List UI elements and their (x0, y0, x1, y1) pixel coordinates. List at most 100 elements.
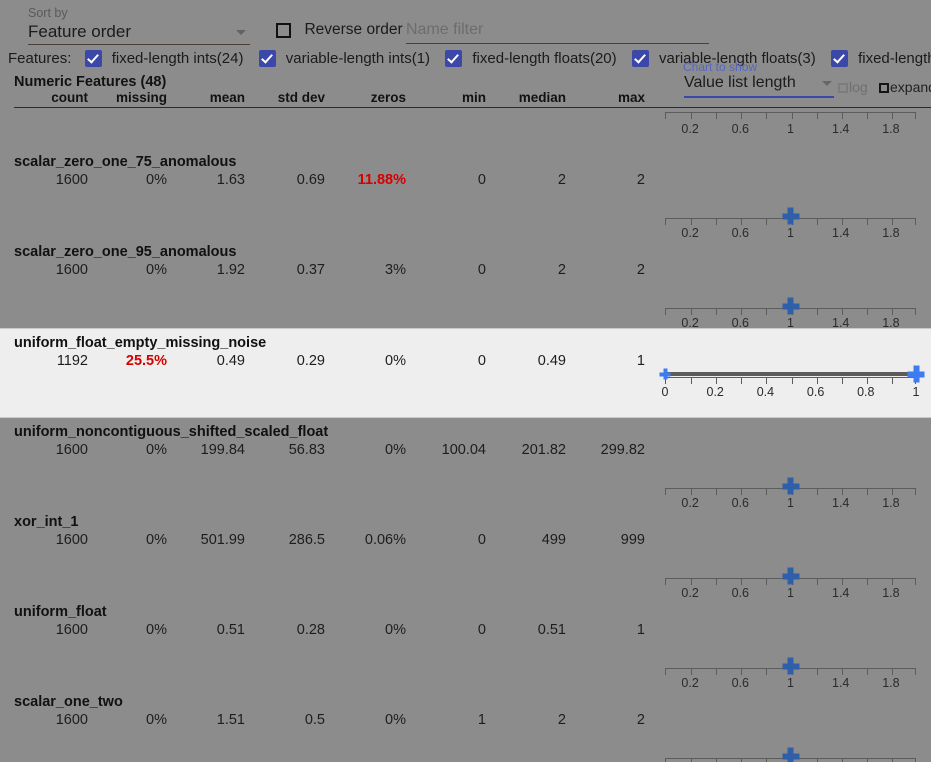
chart-tick-label: 0 (662, 385, 669, 399)
feature-table-body[interactable]: 0.20.611.41.8scalar_zero_one_75_anomalou… (0, 108, 931, 762)
chart-axis (665, 377, 916, 384)
sort-by-select-line[interactable]: Feature order (28, 20, 250, 45)
column-header-min[interactable]: min (462, 90, 486, 105)
chart-axis-tick (892, 309, 893, 315)
chart-axis-tick (892, 219, 893, 225)
table-row[interactable]: scalar_one_two16000%1.510.50%1220.20.611… (0, 688, 931, 762)
partial-chart-row: 0.20.611.41.8 (0, 108, 931, 148)
feature-name: scalar_one_two (14, 694, 123, 710)
features-filter-row: Features: fixed-length ints(24) variable… (8, 49, 931, 71)
reverse-order-label: Reverse order (304, 21, 402, 38)
features-filter-label: Features: (8, 50, 71, 67)
cell-min: 0 (478, 622, 486, 638)
chart-axis-tick (867, 309, 868, 315)
chart-axis-tick (691, 378, 692, 384)
chart-axis-tick (716, 309, 717, 315)
chart-tick-label: 1.8 (882, 122, 899, 136)
chart-to-show-value: Value list length (684, 74, 796, 91)
table-row[interactable]: uniform_float16000%0.510.280%00.5110.20.… (0, 598, 931, 688)
chart-data-marker[interactable] (782, 748, 799, 762)
column-header-zeros[interactable]: zeros (371, 90, 406, 105)
chart-axis-tick (892, 489, 893, 495)
chart-data-marker[interactable] (782, 208, 799, 225)
checkbox-unchecked-icon[interactable] (276, 23, 291, 38)
cell-count: 1192 (57, 353, 88, 369)
chevron-down-icon[interactable] (822, 81, 832, 86)
chart-data-marker[interactable] (782, 298, 799, 315)
chart-data-marker[interactable] (782, 568, 799, 585)
chart-axis-tick (792, 113, 793, 119)
features-filter-item-fixed-length-ints[interactable]: fixed-length ints(24) (85, 49, 244, 67)
column-header-std_dev[interactable]: std dev (278, 90, 325, 105)
column-header-mean[interactable]: mean (210, 90, 245, 105)
chart-data-marker[interactable] (782, 478, 799, 495)
feature-name: scalar_zero_one_75_anomalous (14, 154, 236, 170)
chart-axis-tick (817, 378, 818, 384)
name-filter-field[interactable] (406, 18, 709, 44)
chart-axis-tick (716, 489, 717, 495)
chart-axis-tick (766, 579, 767, 585)
features-filter-item-fixed-length-strings[interactable]: fixed-length strings(6) (831, 49, 931, 67)
chart-axis-tick (741, 669, 742, 675)
table-row[interactable]: scalar_zero_one_75_anomalous16000%1.630.… (0, 148, 931, 238)
feature-name: xor_int_1 (14, 514, 78, 530)
cell-missing: 0% (146, 622, 167, 638)
feature-name: uniform_float (14, 604, 107, 620)
cell-std_dev: 286.5 (289, 532, 325, 548)
feature-name: uniform_float_empty_missing_noise (14, 335, 266, 351)
column-header-missing[interactable]: missing (116, 90, 167, 105)
table-row[interactable]: uniform_noncontiguous_shifted_scaled_flo… (0, 418, 931, 508)
chevron-down-icon[interactable] (236, 30, 246, 35)
chart-axis-tick (766, 489, 767, 495)
feature-chart-5[interactable]: 0.20.611.41.8 (663, 598, 918, 688)
chart-data-marker[interactable] (908, 366, 925, 383)
checkbox-checked-icon[interactable] (831, 50, 848, 67)
cell-std_dev: 0.5 (305, 712, 325, 728)
name-filter-input[interactable] (406, 18, 709, 41)
column-header-median[interactable]: median (519, 90, 566, 105)
chart-axis-tick (817, 309, 818, 315)
section-title: Numeric Features (48) (14, 74, 166, 90)
checkbox-checked-icon[interactable] (445, 50, 462, 67)
features-filter-item-variable-length-ints[interactable]: variable-length ints(1) (259, 49, 430, 67)
feature-chart-1[interactable]: 0.20.611.41.8 (663, 238, 918, 328)
chart-tick-labels: 0.20.611.41.8 (663, 122, 918, 138)
reverse-order-checkbox[interactable]: Reverse order (276, 21, 403, 39)
feature-chart-2[interactable]: 00.20.40.60.81 (663, 329, 918, 419)
checkbox-checked-icon[interactable] (632, 50, 649, 67)
table-row[interactable]: uniform_float_empty_missing_noise119225.… (0, 328, 931, 418)
sort-by-select[interactable]: Sort by Feature order (28, 6, 250, 45)
chart-axis-tick (867, 489, 868, 495)
table-row[interactable]: xor_int_116000%501.99286.50.06%04999990.… (0, 508, 931, 598)
chart-axis-tick (842, 378, 843, 384)
chart-data-marker[interactable] (782, 658, 799, 675)
table-row[interactable]: scalar_zero_one_95_anomalous16000%1.920.… (0, 238, 931, 328)
cell-std_dev: 0.28 (297, 622, 325, 638)
cell-min: 0 (478, 353, 486, 369)
checkbox-checked-icon[interactable] (85, 50, 102, 67)
feature-chart-0[interactable]: 0.20.611.41.8 (663, 148, 918, 238)
feature-chart-3[interactable]: 0.20.611.41.8 (663, 418, 918, 508)
column-header-max[interactable]: max (618, 90, 645, 105)
chart-data-marker[interactable] (660, 369, 671, 380)
chart-tick-label: 0.2 (706, 385, 723, 399)
chart-axis-tick (741, 378, 742, 384)
column-header-count[interactable]: count (51, 90, 88, 105)
chart-axis-tick (741, 309, 742, 315)
chart-axis-tick (817, 579, 818, 585)
cell-median: 201.82 (522, 442, 566, 458)
feature-chart-4[interactable]: 0.20.611.41.8 (663, 508, 918, 598)
chart-axis-tick (766, 309, 767, 315)
feature-chart-6[interactable]: 0.20.611.41.8 (663, 688, 918, 762)
checkbox-checked-icon[interactable] (259, 50, 276, 67)
cell-std_dev: 0.37 (297, 262, 325, 278)
cell-mean: 1.92 (217, 262, 245, 278)
cell-zeros: 0% (385, 622, 406, 638)
cell-std_dev: 0.69 (297, 172, 325, 188)
cell-count: 1600 (56, 442, 88, 458)
cell-median: 2 (558, 172, 566, 188)
chart-tick-label: 0.8 (857, 385, 874, 399)
chart-axis-tick (716, 113, 717, 119)
features-filter-item-fixed-length-floats[interactable]: fixed-length floats(20) (445, 49, 616, 67)
chart-axis-tick (716, 378, 717, 384)
